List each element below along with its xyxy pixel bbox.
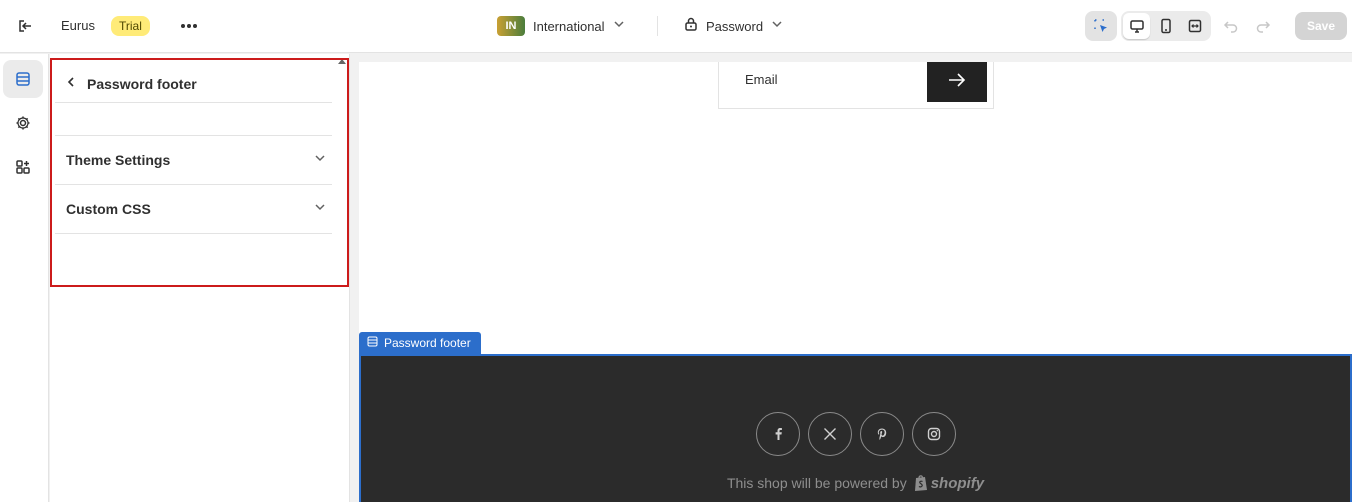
undo-icon[interactable] [1220,15,1242,37]
top-bar: Eurus Trial IN International Password Sa… [0,0,1352,53]
arrow-right-icon [948,72,966,92]
settings-panel: Password footer Theme Settings Custom CS… [50,54,350,502]
section-icon [367,336,378,350]
mobile-view-icon[interactable] [1152,13,1179,39]
password-footer-section[interactable]: This shop will be powered by shopify [359,354,1352,502]
inspector-toggle-icon[interactable] [1085,11,1117,41]
gear-icon[interactable] [3,104,43,142]
chevron-down-icon [613,17,625,35]
exit-icon[interactable] [14,15,36,37]
sections-icon[interactable] [3,60,43,98]
x-icon[interactable] [808,412,852,456]
sidebar-rail [0,54,49,502]
submit-button[interactable] [927,62,987,102]
page-name: Password [706,18,764,34]
pinterest-icon[interactable] [860,412,904,456]
redo-icon[interactable] [1252,15,1274,37]
desktop-view-icon[interactable] [1123,13,1151,39]
store-name[interactable]: Eurus [61,18,95,33]
page-selector[interactable]: Password [684,14,783,38]
save-button[interactable]: Save [1295,12,1347,40]
market-selector[interactable]: IN International [497,14,625,38]
market-flag: IN [497,16,525,36]
powered-by: This shop will be powered by shopify [361,474,1350,492]
email-signup-form: Email [718,62,994,109]
preview-canvas: Email Password footer This shop will be … [359,62,1352,502]
full-width-view-icon[interactable] [1182,13,1209,39]
facebook-icon[interactable] [756,412,800,456]
trial-badge: Trial [111,16,150,36]
section-tag[interactable]: Password footer [359,332,481,354]
chevron-down-icon [771,17,783,35]
social-links [756,412,956,456]
divider [657,16,658,36]
lock-icon [684,17,698,36]
shopify-wordmark: shopify [930,474,985,492]
more-actions-icon[interactable] [176,15,202,37]
powered-by-text: This shop will be powered by [726,475,907,491]
section-tag-label: Password footer [384,336,471,350]
market-name: International [533,18,605,34]
shopify-logo[interactable]: shopify [913,474,984,492]
highlight-box [50,58,349,287]
email-field[interactable]: Email [745,72,778,87]
apps-icon[interactable] [3,148,43,186]
instagram-icon[interactable] [912,412,956,456]
viewport-switcher [1121,11,1211,41]
